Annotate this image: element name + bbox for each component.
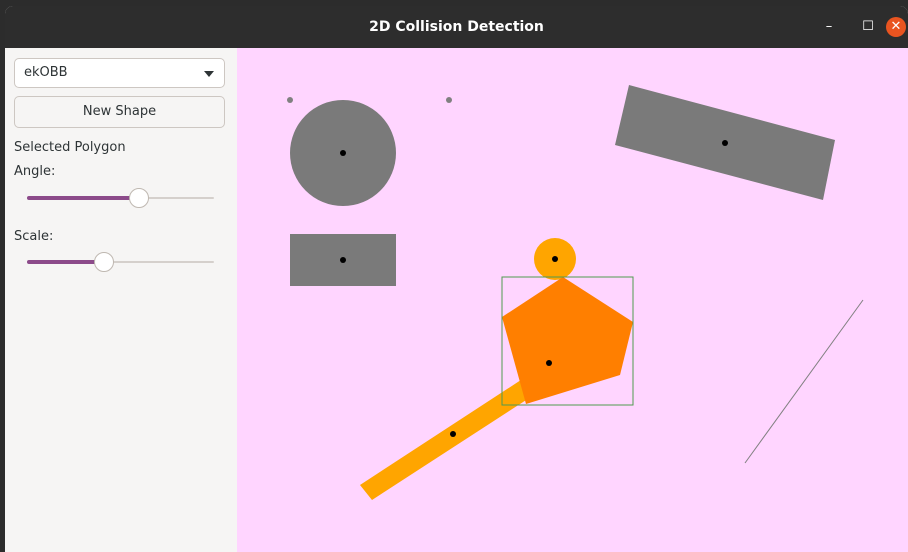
maximize-button[interactable]: ☐ xyxy=(856,15,880,39)
selected-polygon-label: Selected Polygon xyxy=(14,140,126,155)
scale-slider[interactable] xyxy=(27,252,214,272)
angle-slider-handle[interactable] xyxy=(129,188,149,208)
mode-select-value: ekOBB xyxy=(24,65,68,80)
angle-slider-fill xyxy=(27,196,139,200)
vertex-point[interactable] xyxy=(287,97,293,103)
app-window: 2D Collision Detection – ☐ ✕ ekOBB New S… xyxy=(5,6,908,552)
drawing-canvas[interactable] xyxy=(237,48,908,552)
angle-label: Angle: xyxy=(14,164,56,179)
shape-center-dot xyxy=(552,256,558,262)
scale-slider-handle[interactable] xyxy=(94,252,114,272)
close-button[interactable]: ✕ xyxy=(884,15,908,39)
angle-slider[interactable] xyxy=(27,188,214,208)
scale-label: Scale: xyxy=(14,229,54,244)
shape-center-dot xyxy=(722,140,728,146)
sidebar: ekOBB New Shape Selected Polygon Angle: … xyxy=(5,48,237,552)
shape-center-dot xyxy=(340,257,346,263)
chevron-down-icon xyxy=(204,71,214,77)
shape-center-dot xyxy=(450,431,456,437)
minimize-button[interactable]: – xyxy=(817,15,841,39)
scale-slider-fill xyxy=(27,260,104,264)
shape-center-dot xyxy=(340,150,346,156)
shape-center-dot xyxy=(546,360,552,366)
vertex-point[interactable] xyxy=(446,97,452,103)
window-title: 2D Collision Detection xyxy=(369,19,544,35)
title-bar[interactable]: 2D Collision Detection – ☐ ✕ xyxy=(5,6,908,48)
close-icon: ✕ xyxy=(886,17,906,37)
new-shape-button[interactable]: New Shape xyxy=(14,96,225,128)
mode-select[interactable]: ekOBB xyxy=(14,58,225,88)
